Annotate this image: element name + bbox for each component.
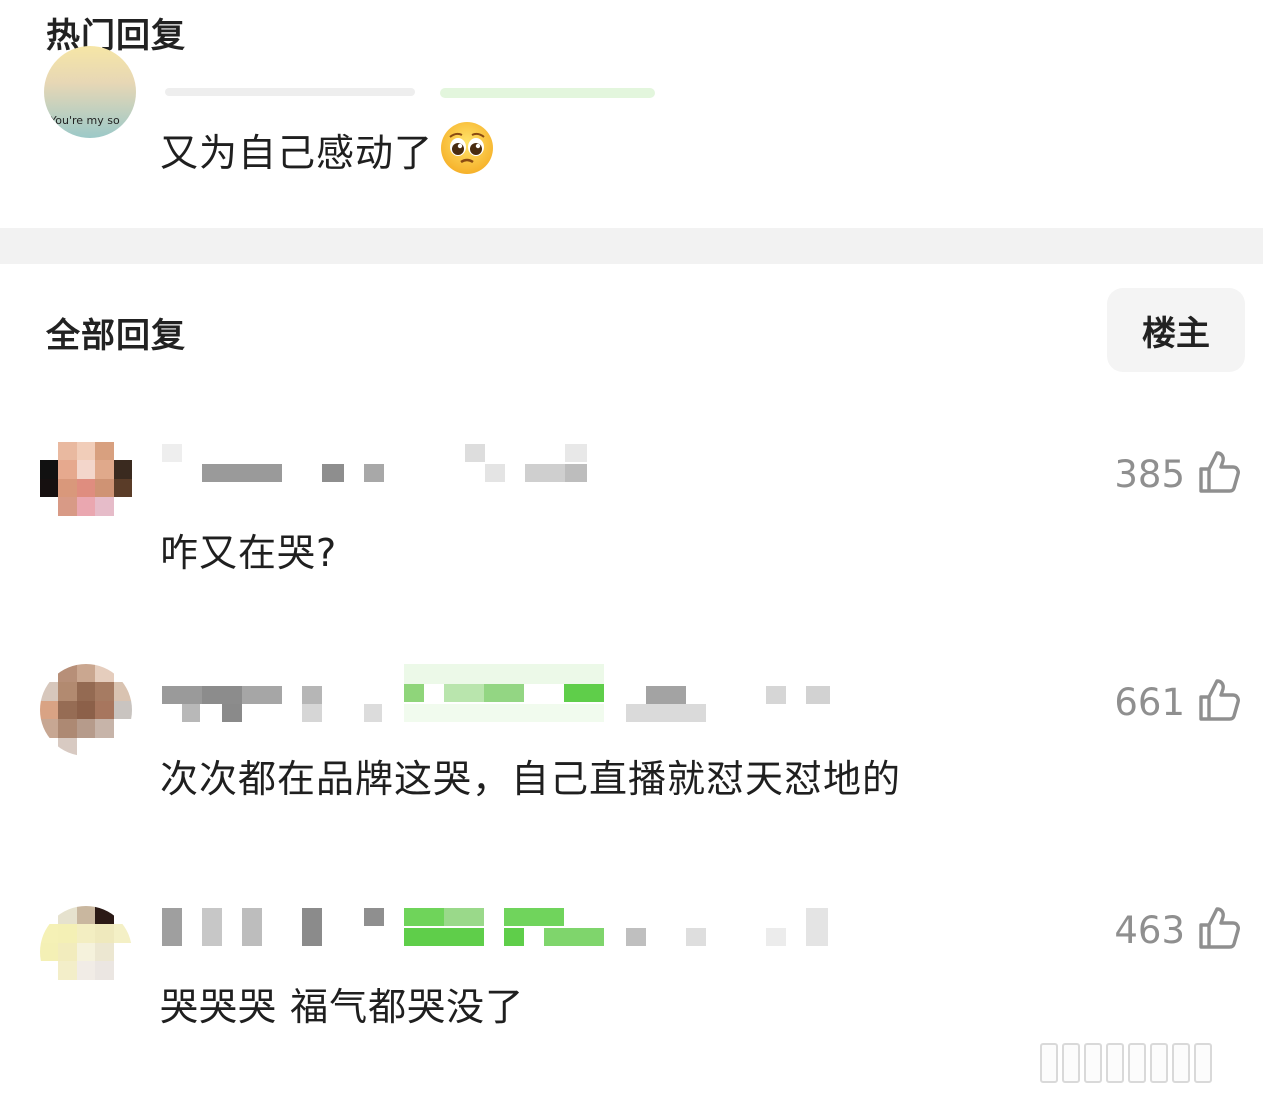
watermark-logo [1040,1040,1255,1086]
like-button[interactable]: 385 [1114,446,1245,502]
username-blurred[interactable] [160,662,840,722]
thumbs-up-icon [1195,675,1245,729]
pleading-face-icon [439,120,495,185]
username-blurred [165,88,415,96]
username-blurred [440,88,655,98]
thumbs-up-icon [1195,447,1245,501]
thumbs-up-icon [1195,903,1245,957]
comment-text: 咋又在哭? [160,531,338,575]
section-divider [0,228,1263,264]
avatar[interactable]: You're my so [44,46,136,138]
comment-text: 哭哭哭 福气都哭没了 [160,985,525,1029]
avatar[interactable] [40,442,132,534]
avatar[interactable] [40,906,132,998]
all-replies-title: 全部回复 [46,316,186,356]
avatar[interactable] [40,664,132,756]
like-count: 661 [1114,680,1185,724]
comment-text: 次次都在品牌这哭，自己直播就怼天怼地的 [160,757,902,801]
like-count: 385 [1114,452,1185,496]
like-button[interactable]: 463 [1114,902,1245,958]
comment-text: 又为自己感动了 [160,120,495,185]
hot-replies-title: 热门回复 [46,16,186,56]
like-count: 463 [1114,908,1185,952]
username-blurred[interactable] [160,442,610,486]
op-only-filter-button[interactable]: 楼主 [1107,288,1245,372]
like-button[interactable]: 661 [1114,674,1245,730]
username-blurred[interactable] [160,904,840,948]
avatar-caption: You're my so [50,114,120,127]
